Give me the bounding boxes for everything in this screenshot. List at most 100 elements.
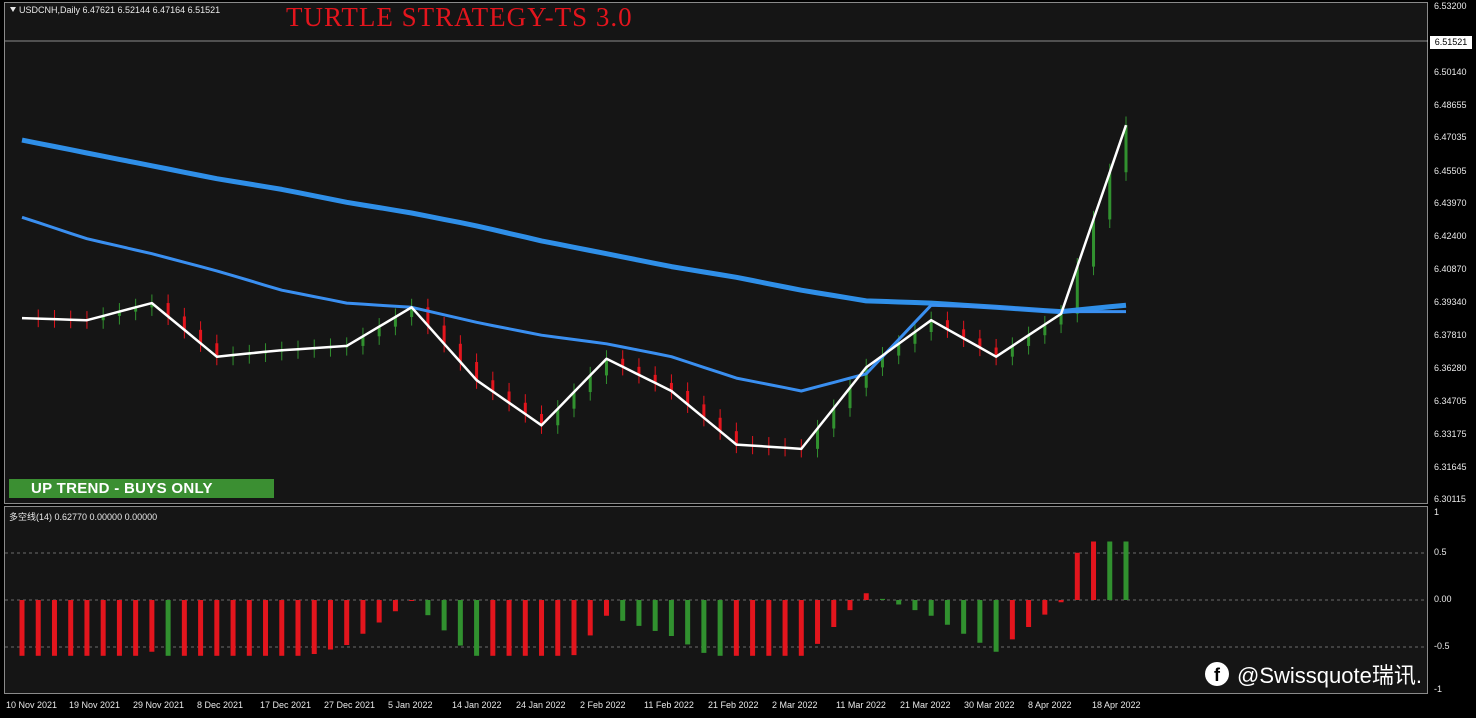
histogram-bar	[246, 600, 252, 656]
histogram-bar	[344, 600, 350, 645]
date-tick: 30 Mar 2022	[964, 700, 1015, 710]
histogram-bar	[457, 600, 463, 646]
price-tick: 6.40870	[1434, 264, 1467, 274]
histogram-bar	[360, 600, 366, 634]
histogram-bar	[636, 600, 642, 626]
price-tick: 6.31645	[1434, 462, 1467, 472]
histogram-bar	[35, 600, 41, 656]
date-tick: 10 Nov 2021	[6, 700, 58, 710]
histogram-bar	[295, 600, 301, 656]
date-tick: 5 Jan 2022	[388, 700, 433, 710]
indicator-tick: 0.00	[1434, 594, 1452, 604]
histogram-bar	[701, 600, 707, 653]
histogram-bar	[490, 600, 496, 656]
date-tick: 17 Dec 2021	[260, 700, 312, 710]
strategy-title: TURTLE STRATEGY-TS 3.0	[286, 2, 633, 32]
histogram-bar	[993, 600, 999, 652]
date-tick: 2 Feb 2022	[580, 700, 626, 710]
histogram-bar	[652, 600, 658, 631]
histogram-bar	[68, 600, 74, 656]
facebook-icon: f	[1205, 662, 1229, 686]
histogram-bar	[847, 600, 853, 611]
histogram-bar	[863, 593, 869, 600]
trend-banner: UP TREND - BUYS ONLY	[9, 479, 274, 498]
date-tick: 18 Apr 2022	[1092, 700, 1141, 710]
histogram-bar	[165, 600, 171, 656]
histogram-bar	[214, 600, 220, 656]
histogram-bar	[425, 600, 431, 616]
candle-body	[1108, 172, 1112, 220]
histogram-bar	[441, 600, 447, 631]
histogram-bar	[733, 600, 739, 656]
watermark-text: @Swissquote瑞讯.	[1237, 663, 1422, 688]
histogram-bar	[116, 600, 122, 656]
histogram-bar	[815, 600, 821, 644]
indicator-tick: 1	[1434, 507, 1440, 517]
price-tick: 6.36280	[1434, 363, 1467, 373]
histogram-bar	[311, 600, 317, 654]
histogram-bar	[84, 600, 90, 656]
indicator-tick: -0.5	[1434, 641, 1450, 651]
dropdown-triangle-icon[interactable]	[10, 7, 16, 12]
histogram-bar	[539, 600, 545, 656]
histogram-bar	[685, 600, 691, 645]
price-tick: 6.45505	[1434, 166, 1467, 176]
price-tick: 6.34705	[1434, 396, 1467, 406]
histogram-bar	[1091, 541, 1097, 600]
histogram-bar	[1107, 541, 1113, 600]
chart-window: USDCNH,Daily 6.47621 6.52144 6.47164 6.5…	[0, 0, 1476, 718]
histogram-bar	[782, 600, 788, 656]
date-tick: 21 Mar 2022	[900, 700, 951, 710]
histogram-bar	[149, 600, 155, 652]
histogram-bar	[230, 600, 236, 656]
price-tick: 6.50140	[1434, 67, 1467, 77]
price-tick: 6.30115	[1434, 494, 1466, 504]
price-tick: 6.53200	[1434, 1, 1467, 11]
date-tick: 24 Jan 2022	[516, 700, 566, 710]
histogram-bar	[750, 600, 756, 656]
histogram-bar	[1009, 600, 1015, 640]
candle-body	[1124, 125, 1128, 173]
histogram-bar	[19, 600, 25, 656]
histogram-bar	[879, 598, 885, 600]
histogram-bar	[1074, 552, 1080, 600]
histogram-bar	[392, 600, 398, 612]
date-tick: 8 Dec 2021	[197, 700, 244, 710]
price-tick: 6.33175	[1434, 429, 1467, 439]
date-tick: 21 Feb 2022	[708, 700, 759, 710]
histogram-bar	[896, 600, 902, 605]
histogram-bar	[100, 600, 106, 656]
histogram-bar	[198, 600, 204, 656]
histogram-bar	[977, 600, 983, 643]
date-tick: 2 Mar 2022	[772, 700, 818, 710]
histogram-bar	[571, 600, 577, 656]
histogram-bar	[603, 600, 609, 616]
date-tick: 29 Nov 2021	[133, 700, 185, 710]
current-price-badge: 6.51521	[1430, 36, 1472, 49]
histogram-bar	[376, 600, 382, 623]
histogram-bar	[263, 600, 269, 656]
date-tick: 27 Dec 2021	[324, 700, 376, 710]
histogram-bar	[1042, 600, 1048, 615]
date-tick: 14 Jan 2022	[452, 700, 502, 710]
histogram-bar	[668, 600, 674, 636]
histogram-bar	[798, 600, 804, 656]
candle-body	[1075, 266, 1079, 314]
symbol-info: USDCNH,Daily 6.47621 6.52144 6.47164 6.5…	[10, 5, 220, 15]
histogram-bar	[474, 600, 480, 656]
date-tick: 8 Apr 2022	[1028, 700, 1072, 710]
histogram-bar	[133, 600, 139, 656]
histogram-bar	[279, 600, 285, 656]
histogram-bar	[522, 600, 528, 656]
candle-body	[1092, 219, 1096, 267]
histogram-bar	[912, 600, 918, 611]
chart-plot	[5, 40, 1428, 656]
histogram-bar	[831, 600, 837, 627]
date-tick: 11 Feb 2022	[644, 700, 694, 710]
indicator-label: 多空线(14) 0.62770 0.00000 0.00000	[9, 512, 158, 522]
histogram-bar	[1026, 600, 1032, 627]
histogram-bar	[181, 600, 187, 656]
histogram-bar	[620, 600, 626, 621]
watermark: f @Swissquote瑞讯.	[1205, 658, 1422, 690]
symbol-text: USDCNH,Daily 6.47621 6.52144 6.47164 6.5…	[19, 5, 221, 15]
